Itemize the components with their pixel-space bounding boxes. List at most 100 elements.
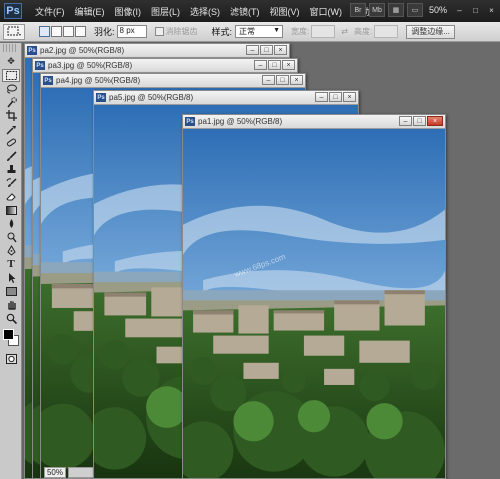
document-titlebar[interactable]: Ps pa1.jpg @ 50%(RGB/8) – □ ×	[183, 115, 445, 129]
hand-icon[interactable]	[2, 298, 20, 311]
marquee-icon	[7, 26, 21, 36]
document-titlebar[interactable]: Ps pa4.jpg @ 50%(RGB/8) – □ ×	[41, 74, 305, 88]
maximize-icon[interactable]: □	[260, 45, 273, 55]
menu-select[interactable]: 选择(S)	[185, 5, 225, 18]
feather-label: 羽化:	[94, 27, 115, 37]
maximize-icon[interactable]: □	[329, 92, 342, 102]
quick-select-icon[interactable]	[2, 96, 20, 109]
healing-icon[interactable]	[2, 136, 20, 149]
maximize-icon[interactable]: □	[413, 116, 426, 126]
swap-icon[interactable]: ⇄	[341, 27, 348, 36]
lasso-icon[interactable]	[2, 82, 20, 95]
ps-doc-icon: Ps	[96, 93, 106, 102]
menu-filter[interactable]: 滤镜(T)	[225, 5, 265, 18]
ps-doc-icon: Ps	[35, 61, 45, 70]
width-input[interactable]	[311, 25, 336, 38]
menubar-right: Br Mb ▦ ▭ 50% – □ ×	[349, 3, 498, 17]
style-value: 正常	[239, 27, 256, 36]
menu-bar: Ps 文件(F) 编辑(E) 图像(I) 图层(L) 选择(S) 滤镜(T) 视…	[0, 0, 500, 22]
path-select-icon[interactable]	[2, 271, 20, 284]
close-button[interactable]: ×	[485, 4, 498, 16]
move-icon[interactable]: ✥	[2, 55, 20, 68]
gradient-icon[interactable]	[2, 204, 20, 217]
style-select[interactable]: 正常 ▼	[235, 25, 284, 38]
color-swatches	[0, 327, 21, 351]
menu-window[interactable]: 窗口(W)	[305, 5, 348, 18]
minimize-icon[interactable]: –	[262, 75, 275, 85]
menu-layer[interactable]: 图层(L)	[146, 5, 185, 18]
subtract-selection-button[interactable]	[63, 26, 74, 37]
menu-image[interactable]: 图像(I)	[110, 5, 147, 18]
minimize-icon[interactable]: –	[315, 92, 328, 102]
toolbox-grip[interactable]	[3, 44, 18, 52]
new-selection-button[interactable]	[39, 26, 50, 37]
pen-icon[interactable]	[2, 244, 20, 257]
document-titlebar[interactable]: Ps pa3.jpg @ 50%(RGB/8) – □ ×	[33, 59, 297, 73]
brush-icon[interactable]	[2, 150, 20, 163]
menu-view[interactable]: 视图(V)	[265, 5, 305, 18]
close-icon[interactable]: ×	[290, 75, 303, 85]
close-icon[interactable]: ×	[343, 92, 356, 102]
ps-doc-icon: Ps	[185, 117, 195, 126]
chevron-down-icon: ▼	[273, 27, 281, 34]
document-titlebar[interactable]: Ps pa2.jpg @ 50%(RGB/8) – □ ×	[25, 44, 289, 58]
document-title: pa3.jpg @ 50%(RGB/8)	[48, 61, 133, 70]
maximize-icon[interactable]: □	[268, 60, 281, 70]
landscape-photo	[183, 129, 445, 478]
tool-preset-picker[interactable]	[3, 23, 25, 40]
close-icon[interactable]: ×	[274, 45, 287, 55]
menu-file[interactable]: 文件(F)	[30, 5, 70, 18]
minimize-icon[interactable]: –	[254, 60, 267, 70]
foreground-color-swatch[interactable]	[3, 328, 14, 340]
antialias-label: 消除锯齿	[165, 27, 198, 36]
maximize-icon[interactable]: □	[276, 75, 289, 85]
quick-mask-icon[interactable]	[2, 353, 20, 366]
minibridge-button[interactable]: Mb	[368, 3, 385, 17]
bridge-button[interactable]: Br	[349, 3, 366, 17]
ps-doc-icon: Ps	[43, 76, 53, 85]
shape-icon[interactable]	[2, 285, 20, 298]
document-controls: – □ ×	[262, 75, 303, 85]
antialias-checkbox[interactable]	[154, 27, 164, 36]
height-label: 高度:	[353, 27, 373, 36]
style-label: 样式:	[211, 27, 233, 37]
minimize-icon[interactable]: –	[246, 45, 259, 55]
blur-icon[interactable]	[2, 217, 20, 230]
arrange-icon[interactable]: ▦	[387, 3, 404, 17]
document-canvas[interactable]: www.68ps.com	[183, 129, 445, 478]
zoom-icon[interactable]	[2, 312, 20, 325]
document-titlebar[interactable]: Ps pa5.jpg @ 50%(RGB/8) – □ ×	[94, 91, 358, 105]
document-title: pa1.jpg @ 50%(RGB/8)	[198, 117, 283, 126]
document-window-pa1[interactable]: Ps pa1.jpg @ 50%(RGB/8) – □ × www.68ps.c…	[182, 114, 446, 479]
dodge-icon[interactable]	[2, 231, 20, 244]
document-title: pa2.jpg @ 50%(RGB/8)	[40, 46, 125, 55]
refine-edge-button[interactable]: 调整边缘...	[406, 24, 455, 39]
screen-mode-icon[interactable]: ▭	[406, 3, 423, 17]
status-zoom[interactable]: 50%	[44, 467, 66, 478]
document-controls: – □ ×	[246, 45, 287, 55]
clone-stamp-icon[interactable]	[2, 163, 20, 176]
zoom-readout[interactable]: 50%	[426, 5, 450, 15]
minimize-button[interactable]: –	[453, 4, 466, 16]
close-icon[interactable]: ×	[282, 60, 295, 70]
menu-edit[interactable]: 编辑(E)	[70, 5, 110, 18]
minimize-icon[interactable]: –	[399, 116, 412, 126]
maximize-button[interactable]: □	[469, 4, 482, 16]
document-controls: – □ ×	[254, 60, 295, 70]
document-title: pa5.jpg @ 50%(RGB/8)	[109, 93, 194, 102]
add-selection-button[interactable]	[51, 26, 62, 37]
document-controls: – □ ×	[399, 116, 443, 126]
feather-input[interactable]: 8 px	[116, 25, 147, 38]
intersect-selection-button[interactable]	[75, 26, 86, 37]
marquee-icon[interactable]	[2, 68, 20, 82]
menu-items: 文件(F) 编辑(E) 图像(I) 图层(L) 选择(S) 滤镜(T) 视图(V…	[30, 5, 388, 18]
crop-icon[interactable]	[2, 109, 20, 122]
eraser-icon[interactable]	[2, 190, 20, 203]
history-brush-icon[interactable]	[2, 177, 20, 190]
photoshop-logo: Ps	[4, 3, 22, 19]
height-input[interactable]	[374, 25, 399, 38]
horizontal-scrollbar[interactable]	[68, 467, 96, 478]
type-icon[interactable]: T	[2, 258, 20, 271]
close-icon[interactable]: ×	[427, 116, 443, 126]
eyedropper-icon[interactable]	[2, 123, 20, 136]
